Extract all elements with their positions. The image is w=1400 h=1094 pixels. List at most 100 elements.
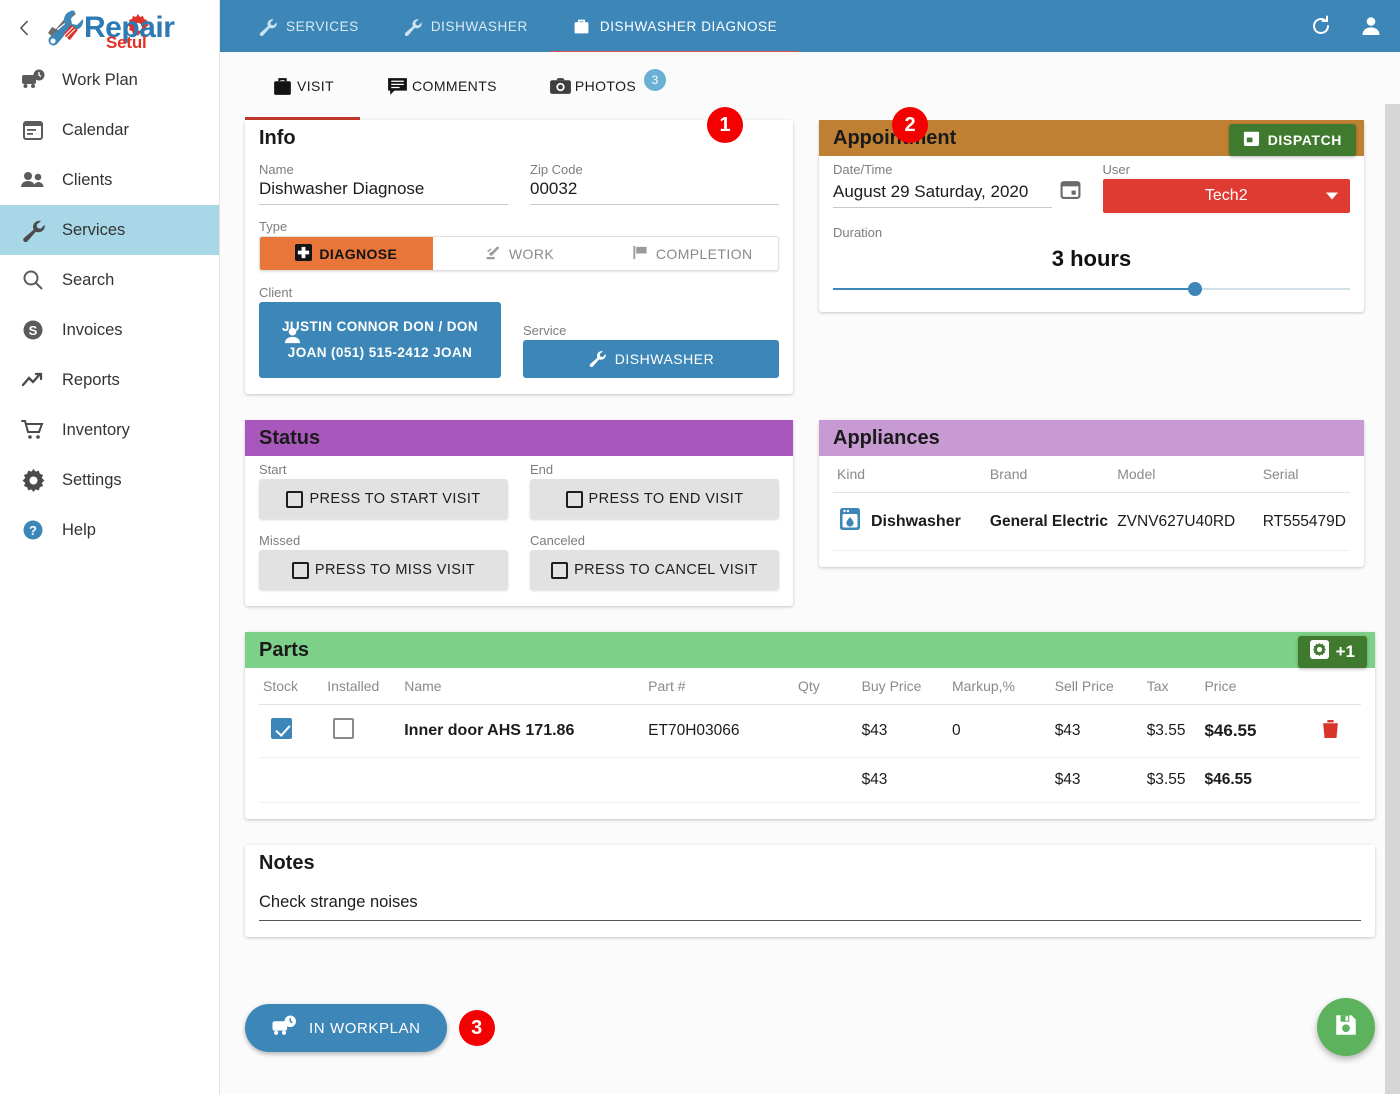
zip-input[interactable]: 00032 [530, 179, 779, 205]
status-label: Canceled [530, 533, 585, 548]
calendar-icon[interactable] [1060, 179, 1081, 208]
table-row[interactable]: Dishwasher General Electric ZVNV627U40RD… [833, 492, 1350, 551]
appliance-brand: General Electric [985, 492, 1114, 551]
notes-card-header: Notes [245, 845, 1375, 881]
tab-label: VISIT [297, 78, 335, 94]
in-workplan-button[interactable]: IN WORKPLAN [245, 1004, 447, 1052]
sidebar-item-search[interactable]: Search [0, 255, 219, 305]
client-service-row: JUSTIN CONNOR DON / DON JOAN (051) 515-2… [259, 302, 779, 378]
sidebar-item-inventory[interactable]: Inventory [0, 405, 219, 455]
duration-slider[interactable] [833, 282, 1350, 296]
account-icon[interactable] [1360, 15, 1382, 37]
search-icon [16, 269, 50, 291]
trend-icon [16, 371, 50, 389]
wrench-icon [16, 218, 50, 242]
sidebar-item-label: Settings [62, 470, 122, 489]
status-end-group: End PRESS TO END VISIT [530, 462, 779, 519]
slider-fill [833, 288, 1195, 290]
in-workplan-label: IN WORKPLAN [309, 1019, 421, 1037]
app-root: Repair Setul Work Plan Calendar Clients [0, 0, 1400, 1094]
sidebar-item-invoices[interactable]: S Invoices [0, 305, 219, 355]
installed-checkbox[interactable] [333, 718, 355, 739]
totals-price: $46.55 [1200, 757, 1319, 803]
card-title: Appliances [833, 426, 940, 449]
sidebar-item-clients[interactable]: Clients [0, 155, 219, 205]
top-tab-dishwasher-diagnose[interactable]: DISHWASHER DIAGNOSE [549, 0, 800, 54]
table-header-row: Stock Installed Name Part # Qty Buy Pric… [259, 668, 1361, 705]
name-label: Name [259, 162, 294, 177]
annotation-marker-3: 3 [458, 1010, 495, 1046]
top-tab-services[interactable]: SERVICES [236, 0, 381, 52]
annotation-marker-2: 2 [892, 107, 928, 143]
column-header-model: Model [1113, 456, 1259, 493]
sidebar-item-help[interactable]: ? Help [0, 505, 219, 555]
person-icon [283, 326, 302, 354]
start-visit-button[interactable]: PRESS TO START VISIT [259, 479, 508, 519]
top-tab-dishwasher[interactable]: DISHWASHER [381, 0, 550, 52]
vertical-scrollbar[interactable] [1385, 104, 1400, 1094]
appliances-card-header: Appliances [819, 420, 1364, 456]
column-right-top: Appointment DISPATCH Date/Time August 29… [819, 120, 1364, 338]
logo-secondary-text: Setul [106, 32, 147, 52]
parts-table-head: Stock Installed Name Part # Qty Buy Pric… [259, 668, 1361, 705]
trash-icon[interactable] [1322, 719, 1339, 743]
tab-label: PHOTOS [574, 78, 637, 94]
column-header-serial: Serial [1258, 456, 1350, 493]
column-right-mid: Appliances Kind Brand Model Serial Dishw… [819, 420, 1364, 593]
column-header-tax: Tax [1142, 668, 1201, 705]
tab-photos[interactable]: PHOTOS 3 [523, 52, 692, 120]
type-option-work[interactable]: WORK [433, 237, 606, 270]
column-header-markup: Markup,% [947, 668, 1051, 705]
end-visit-button[interactable]: PRESS TO END VISIT [530, 479, 779, 519]
tab-visit[interactable]: VISIT [245, 52, 361, 120]
sidebar-item-work-plan[interactable]: Work Plan [0, 55, 219, 105]
type-option-label: WORK [508, 245, 555, 262]
datetime-input[interactable]: August 29 Saturday, 2020 [833, 182, 1052, 208]
zip-label: Zip Code [530, 162, 583, 177]
appliances-card: Appliances Kind Brand Model Serial Dishw… [819, 420, 1364, 567]
slider-thumb[interactable] [1187, 282, 1202, 296]
type-option-completion[interactable]: COMPLETION [605, 237, 778, 270]
tab-comments[interactable]: COMMENTS [360, 52, 523, 120]
table-row[interactable]: Inner door AHS 171.86 ET70H03066 $43 0 $… [259, 704, 1361, 758]
service-button[interactable]: DISHWASHER [523, 340, 779, 378]
parts-card-body: Stock Installed Name Part # Qty Buy Pric… [245, 668, 1375, 819]
column-header-stock: Stock [259, 668, 324, 705]
checkbox-icon [291, 561, 309, 579]
status-label: Missed [259, 533, 301, 548]
notes-card: Notes Check strange noises [245, 845, 1375, 937]
sidebar-item-label: Search [62, 270, 115, 289]
name-input[interactable]: Dishwasher Diagnose [259, 179, 508, 205]
stock-checkbox[interactable] [271, 718, 292, 739]
dishwasher-icon [837, 506, 863, 537]
app-logo[interactable]: Repair Setul [42, 7, 175, 52]
help-icon: ? [16, 519, 50, 541]
annotation-marker-1: 1 [707, 107, 743, 143]
sidebar-item-calendar[interactable]: Calendar [0, 105, 219, 155]
type-option-diagnose[interactable]: DIAGNOSE [260, 237, 433, 270]
user-dropdown[interactable]: Tech2 [1102, 179, 1350, 213]
add-part-button[interactable]: +1 [1297, 636, 1367, 668]
client-button[interactable]: JUSTIN CONNOR DON / DON JOAN (051) 515-2… [259, 302, 501, 378]
bottom-action-bar: IN WORKPLAN 3 [220, 988, 1400, 1068]
name-field-group: Name Dishwasher Diagnose [259, 162, 508, 205]
sidebar-item-services[interactable]: Services [0, 205, 219, 255]
refresh-icon[interactable] [1310, 15, 1332, 37]
checkbox-icon [565, 490, 583, 508]
cancel-visit-button[interactable]: PRESS TO CANCEL VISIT [530, 550, 779, 590]
miss-visit-button[interactable]: PRESS TO MISS VISIT [259, 550, 508, 590]
dispatch-button[interactable]: DISPATCH [1228, 124, 1356, 156]
datetime-input-row: August 29 Saturday, 2020 [833, 179, 1081, 208]
notes-input[interactable]: Check strange noises [259, 881, 1361, 921]
sub-tabs: VISIT COMMENTS PHOTOS 3 [220, 52, 1400, 120]
save-button[interactable] [1317, 998, 1375, 1056]
card-title: Status [259, 426, 321, 449]
datetime-field-group: Date/Time August 29 Saturday, 2020 [833, 162, 1081, 213]
sidebar-item-reports[interactable]: Reports [0, 355, 219, 405]
sidebar-collapse-button[interactable] [10, 14, 38, 42]
parts-card: Parts +1 Stock Installed Name Part # Qty… [245, 632, 1375, 819]
wrench-icon [258, 17, 277, 36]
sidebar: Repair Setul Work Plan Calendar Clients [0, 0, 220, 1094]
sidebar-item-settings[interactable]: Settings [0, 455, 219, 505]
part-buy-price: $43 [849, 704, 948, 758]
